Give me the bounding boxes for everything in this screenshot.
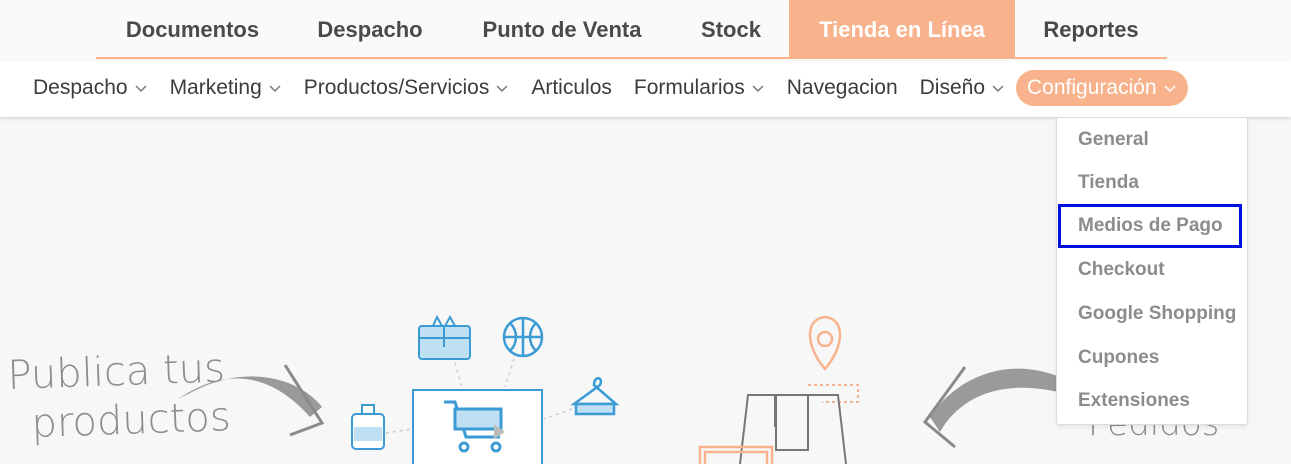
tab-despacho[interactable]: Despacho (289, 0, 451, 59)
chevron-down-icon (269, 85, 281, 93)
dropdown-item-google-shopping[interactable]: Google Shopping (1058, 292, 1242, 336)
subnav-label: Despacho (33, 76, 128, 99)
subnav-marketing[interactable]: Marketing (159, 70, 293, 106)
package-box-icon (739, 394, 847, 464)
swoosh-arrow-right (930, 368, 1060, 432)
subnav-formularios[interactable]: Formularios (623, 70, 776, 106)
gift-card-icon (418, 314, 471, 360)
chevron-down-icon (1164, 85, 1176, 93)
chevron-down-icon (992, 85, 1004, 93)
subnav-label: Productos/Servicios (303, 76, 490, 99)
top-nav: Documentos Despacho Punto de Venta Stock… (96, 0, 1167, 59)
subnav-label: Marketing (169, 76, 262, 99)
top-bar: Documentos Despacho Punto de Venta Stock… (0, 0, 1291, 61)
tab-documentos[interactable]: Documentos (96, 0, 289, 59)
dropdown-item-tienda[interactable]: Tienda (1058, 161, 1242, 205)
secondary-nav-bar: Despacho Marketing Productos/Servicios A… (0, 61, 1291, 117)
secondary-nav: Despacho Marketing Productos/Servicios A… (22, 70, 1188, 106)
dropdown-item-medios-de-pago[interactable]: Medios de Pago (1058, 204, 1242, 248)
subnav-productos-servicios[interactable]: Productos/Servicios (293, 70, 521, 106)
tab-stock[interactable]: Stock (673, 0, 789, 59)
subnav-label: Formularios (633, 76, 745, 99)
subnav-configuracion[interactable]: Configuración (1016, 70, 1188, 106)
location-pin-icon (808, 315, 842, 371)
subnav-label: Configuración (1027, 76, 1157, 99)
tab-tienda-en-linea[interactable]: Tienda en Línea (789, 0, 1015, 59)
chevron-down-icon (496, 85, 508, 93)
hanger-icon (570, 377, 620, 416)
dropdown-item-general[interactable]: General (1058, 118, 1242, 162)
subnav-label: Articulos (531, 76, 612, 99)
basketball-icon (502, 316, 544, 358)
subnav-navegacion[interactable]: Navegacion (776, 70, 909, 106)
subnav-despacho[interactable]: Despacho (22, 70, 159, 106)
dropdown-item-extensiones[interactable]: Extensiones (1058, 379, 1242, 423)
subnav-label: Diseño (919, 76, 986, 99)
configuracion-dropdown-menu: General Tienda Medios de Pago Checkout G… (1056, 117, 1248, 425)
tab-punto-de-venta[interactable]: Punto de Venta (451, 0, 673, 59)
bottle-icon (351, 404, 385, 450)
subnav-diseno[interactable]: Diseño (909, 70, 1016, 106)
chevron-down-icon (135, 85, 147, 93)
subnav-label: Navegacion (786, 76, 898, 99)
tab-reportes[interactable]: Reportes (1015, 0, 1167, 59)
chevron-down-icon (752, 85, 764, 93)
hero-left-text-line2: productos (31, 394, 232, 447)
folder-icon (698, 445, 774, 464)
dropdown-item-cupones[interactable]: Cupones (1058, 336, 1242, 380)
dropdown-item-checkout[interactable]: Checkout (1058, 248, 1242, 292)
subnav-articulos[interactable]: Articulos (520, 70, 623, 106)
